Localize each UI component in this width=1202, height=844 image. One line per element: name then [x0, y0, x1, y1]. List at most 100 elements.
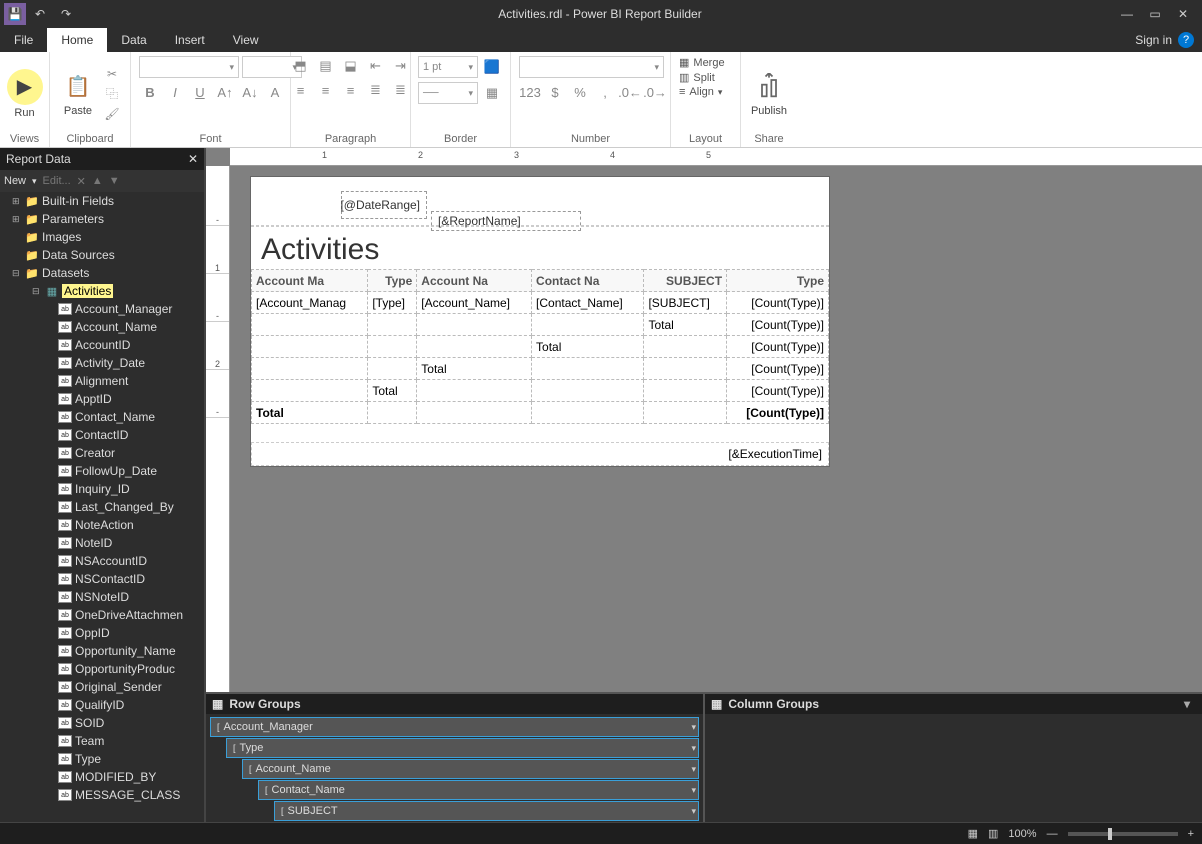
tree-datasets[interactable]: ⊟📁Datasets [0, 264, 204, 282]
header-contact-name[interactable]: Contact Na [532, 270, 644, 292]
move-down-icon[interactable]: ▼ [109, 175, 120, 187]
tablix[interactable]: Account Ma Type Account Na Contact Na SU… [251, 269, 829, 424]
align-center-icon[interactable]: ≡ [315, 80, 337, 100]
chevron-down-icon[interactable]: ▾ [691, 785, 696, 796]
tree-images[interactable]: 📁Images [0, 228, 204, 246]
chevron-down-icon[interactable]: ▾ [691, 806, 696, 817]
tree-field[interactable]: abType [0, 750, 204, 768]
close-icon[interactable]: ✕ [1174, 5, 1192, 23]
tree-parameters[interactable]: ⊞📁Parameters [0, 210, 204, 228]
header-account-name[interactable]: Account Na [417, 270, 532, 292]
cell-total-account[interactable]: Total [417, 358, 532, 380]
tree-field[interactable]: abContact_Name [0, 408, 204, 426]
tree-field[interactable]: abTeam [0, 732, 204, 750]
increase-decimal-icon[interactable]: .0← [619, 82, 641, 102]
tree-dataset-activities[interactable]: ⊟▦Activities [0, 282, 204, 300]
save-icon[interactable]: 💾 [4, 3, 26, 25]
tree-field[interactable]: abMESSAGE_CLASS [0, 786, 204, 804]
tree-field[interactable]: abNoteAction [0, 516, 204, 534]
tree-field[interactable]: abNSAccountID [0, 552, 204, 570]
paste-button[interactable]: 📋 Paste [58, 71, 98, 117]
tree-field[interactable]: abSOID [0, 714, 204, 732]
tree-field[interactable]: abNoteID [0, 534, 204, 552]
font-family-combo[interactable]: ▾ [139, 56, 239, 78]
column-groups-menu-icon[interactable]: ▾ [1184, 697, 1196, 711]
design-canvas[interactable]: [@DateRange] [&ReportName] Activities Ac… [230, 166, 1202, 692]
align-middle-icon[interactable]: ▤ [315, 56, 337, 76]
view-mode-preview-icon[interactable]: ▥ [988, 827, 998, 840]
italic-icon[interactable]: I [164, 82, 186, 102]
copy-icon[interactable]: ⿻ [102, 85, 122, 103]
tree-field[interactable]: abOppID [0, 624, 204, 642]
cell-total-contact[interactable]: Total [532, 336, 644, 358]
menu-insert[interactable]: Insert [161, 28, 219, 52]
header-type[interactable]: Type [368, 270, 417, 292]
cell-subject[interactable]: [SUBJECT] [644, 292, 727, 314]
publish-button[interactable]: Publish [749, 71, 789, 117]
tree-field[interactable]: abQualifyID [0, 696, 204, 714]
tablix-header-row[interactable]: Account Ma Type Account Na Contact Na SU… [252, 270, 829, 292]
signin-link[interactable]: Sign in [1135, 33, 1172, 47]
font-color-icon[interactable]: A [264, 82, 286, 102]
placeholder-executiontime[interactable]: [&ExecutionTime] [251, 442, 829, 466]
align-top-icon[interactable]: ⬒ [290, 56, 312, 76]
row-group-item[interactable]: [Contact_Name▾ [258, 780, 699, 800]
cell-grand-total[interactable]: Total [252, 402, 368, 424]
tree-field[interactable]: abContactID [0, 426, 204, 444]
tablix-subtotal-type[interactable]: Total [Count(Type)] [252, 380, 829, 402]
menu-file[interactable]: File [0, 28, 47, 52]
outdent-icon[interactable]: ⇤ [365, 56, 387, 76]
run-button[interactable]: ▶ Run [7, 69, 43, 119]
row-group-item[interactable]: [SUBJECT▾ [274, 801, 699, 821]
new-button[interactable]: New [4, 175, 26, 187]
cell-grand-count[interactable]: [Count(Type)] [727, 402, 829, 424]
minimize-icon[interactable]: — [1118, 5, 1136, 23]
grow-font-icon[interactable]: A↑ [214, 82, 236, 102]
row-group-item[interactable]: [Type▾ [226, 738, 699, 758]
bold-icon[interactable]: B [139, 82, 161, 102]
tree-field[interactable]: abAlignment [0, 372, 204, 390]
tree-builtin-fields[interactable]: ⊞📁Built-in Fields [0, 192, 204, 210]
borders-icon[interactable]: ▦ [481, 83, 503, 103]
zoom-out-icon[interactable]: — [1047, 828, 1058, 840]
numbering-icon[interactable]: ≣ [390, 80, 412, 100]
redo-icon[interactable]: ↷ [54, 2, 78, 26]
tree-datasources[interactable]: 📁Data Sources [0, 246, 204, 264]
header-type-count[interactable]: Type [727, 270, 829, 292]
cell-count[interactable]: [Count(Type)] [727, 292, 829, 314]
tree-field[interactable]: abInquiry_ID [0, 480, 204, 498]
report-page[interactable]: [@DateRange] [&ReportName] Activities Ac… [250, 176, 830, 467]
format-painter-icon[interactable]: 🖌 [102, 105, 122, 123]
row-group-item[interactable]: [Account_Name▾ [242, 759, 699, 779]
tree-field[interactable]: abNSContactID [0, 570, 204, 588]
tree-field[interactable]: abOriginal_Sender [0, 678, 204, 696]
tablix-subtotal-subject[interactable]: Total [Count(Type)] [252, 314, 829, 336]
tree-field[interactable]: abFollowUp_Date [0, 462, 204, 480]
tree-field[interactable]: abApptID [0, 390, 204, 408]
cell-count-subject[interactable]: [Count(Type)] [727, 314, 829, 336]
header-subject[interactable]: SUBJECT [644, 270, 727, 292]
tree-field[interactable]: abAccount_Name [0, 318, 204, 336]
tree-field[interactable]: abLast_Changed_By [0, 498, 204, 516]
split-button[interactable]: ▥Split [679, 71, 715, 84]
zoom-in-icon[interactable]: + [1188, 828, 1194, 840]
header-account-manager[interactable]: Account Ma [252, 270, 368, 292]
align-right-icon[interactable]: ≡ [340, 80, 362, 100]
cut-icon[interactable]: ✂ [102, 65, 122, 83]
placeholder-reportname[interactable]: [&ReportName] [431, 211, 581, 231]
column-groups-body[interactable] [705, 714, 1202, 822]
comma-icon[interactable]: , [594, 82, 616, 102]
help-icon[interactable]: ? [1178, 32, 1194, 48]
underline-icon[interactable]: U [189, 82, 211, 102]
menu-data[interactable]: Data [107, 28, 160, 52]
placeholder-daterange[interactable]: [@DateRange] [341, 191, 427, 219]
chevron-down-icon[interactable]: ▾ [691, 743, 696, 754]
tablix-subtotal-account[interactable]: Total [Count(Type)] [252, 358, 829, 380]
move-up-icon[interactable]: ▲ [92, 175, 103, 187]
shrink-font-icon[interactable]: A↓ [239, 82, 261, 102]
tree-field[interactable]: abOneDriveAttachmen [0, 606, 204, 624]
border-weight-combo[interactable]: 1 pt▾ [418, 56, 478, 78]
cell-count-account[interactable]: [Count(Type)] [727, 358, 829, 380]
tree-field[interactable]: abNSNoteID [0, 588, 204, 606]
percent-icon[interactable]: % [569, 82, 591, 102]
